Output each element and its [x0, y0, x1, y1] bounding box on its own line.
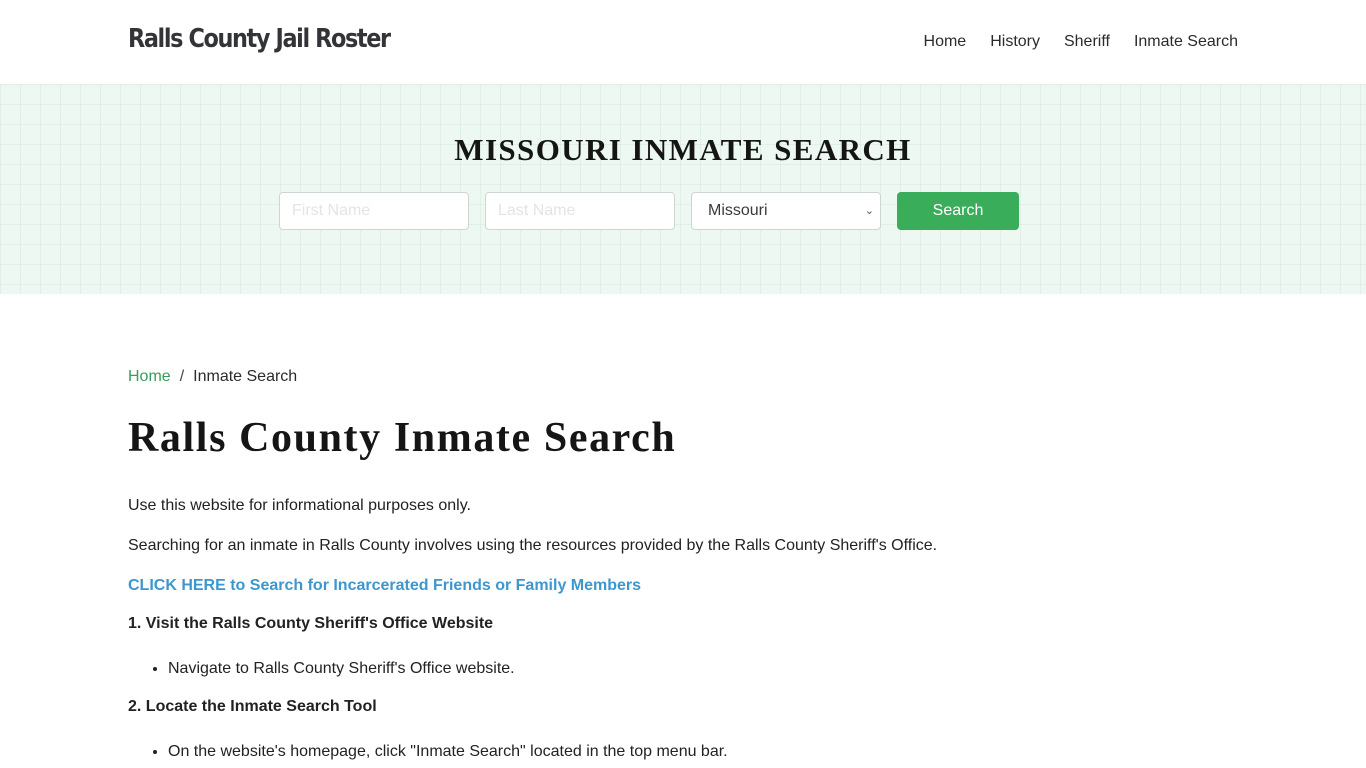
banner-title: MISSOURI INMATE SEARCH	[454, 132, 912, 167]
nav-home[interactable]: Home	[924, 33, 967, 51]
inmate-search-form: Missouri ⌄ Search	[279, 192, 1019, 230]
page-title: Ralls County Inmate Search	[128, 415, 677, 461]
step-list: Navigate to Ralls County Sheriff's Offic…	[128, 659, 1238, 679]
last-name-input[interactable]	[485, 192, 675, 230]
main-content: Home / Inmate Search Ralls County Inmate…	[128, 368, 1238, 762]
first-name-input[interactable]	[279, 192, 469, 230]
state-select[interactable]: Missouri ⌄	[691, 192, 881, 230]
intro-text: Use this website for informational purpo…	[128, 497, 471, 514]
site-brand-link[interactable]: Ralls County Jail Roster	[128, 24, 391, 54]
state-select-value: Missouri	[708, 202, 768, 219]
description-text: Searching for an inmate in Ralls County …	[128, 537, 938, 554]
step-heading: 1. Visit the Ralls County Sheriff's Offi…	[128, 615, 494, 632]
breadcrumb-current: Inmate Search	[193, 368, 298, 385]
site-header: Ralls County Jail Roster Home History Sh…	[0, 0, 1366, 84]
breadcrumb-home[interactable]: Home	[128, 368, 171, 386]
chevron-down-icon: ⌄	[864, 205, 874, 217]
breadcrumb-separator: /	[179, 368, 185, 385]
list-item: Navigate to Ralls County Sheriff's Offic…	[168, 659, 1238, 679]
nav-history[interactable]: History	[990, 33, 1040, 51]
search-friends-family-link[interactable]: CLICK HERE to Search for Incarcerated Fr…	[128, 576, 1238, 596]
step-list: On the website's homepage, click "Inmate…	[128, 742, 1238, 762]
list-item: On the website's homepage, click "Inmate…	[168, 742, 1238, 762]
breadcrumb: Home / Inmate Search	[128, 368, 1238, 386]
main-nav: Home History Sheriff Inmate Search	[900, 33, 1238, 51]
nav-inmate-search[interactable]: Inmate Search	[1134, 33, 1238, 51]
search-button[interactable]: Search	[897, 192, 1019, 230]
search-banner: MISSOURI INMATE SEARCH Missouri ⌄ Search	[0, 84, 1366, 294]
step-heading: 2. Locate the Inmate Search Tool	[128, 698, 377, 715]
nav-sheriff[interactable]: Sheriff	[1064, 33, 1110, 51]
